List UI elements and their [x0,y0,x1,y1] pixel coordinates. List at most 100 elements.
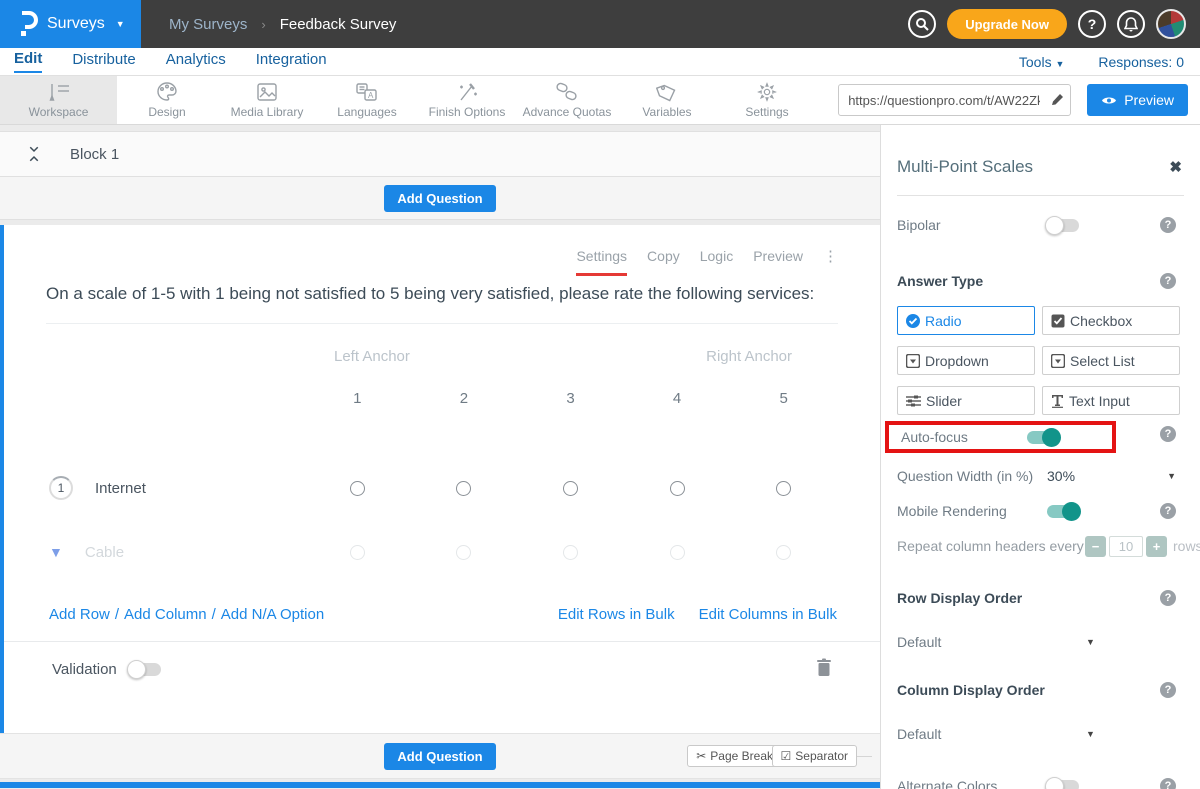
answer-type-header: Answer Type ? [881,266,1200,296]
radio-input[interactable] [776,481,791,496]
radio-input[interactable] [776,545,791,560]
panel-divider [897,195,1184,196]
help-icon[interactable]: ? [1160,682,1176,698]
auto-focus-toggle[interactable] [1027,431,1059,444]
radio-input[interactable] [456,545,471,560]
delete-question-button[interactable] [816,658,832,682]
block-title[interactable]: Block 1 [70,146,119,163]
help-icon[interactable]: ? [1160,778,1176,789]
tools-menu[interactable]: Tools ▼ [1019,54,1065,70]
app-switcher[interactable]: Surveys ▼ [0,0,141,48]
chevron-down-icon[interactable]: ▼ [49,544,63,560]
search-button[interactable] [908,10,936,38]
questionpro-logo-icon [16,11,38,37]
question-tab-preview[interactable]: Preview [753,248,803,264]
block-header: Block 1 [0,131,880,177]
separator-button[interactable]: ☑ Separator [772,745,857,767]
toolbar-languages[interactable]: A Languages [317,76,417,124]
toolbar-variables[interactable]: Variables [617,76,717,124]
column-header[interactable]: 2 [460,390,468,407]
decrement-button[interactable]: − [1085,536,1106,557]
question-text[interactable]: On a scale of 1-5 with 1 being not satis… [4,265,880,307]
page-break-button[interactable]: ✂ Page Break [687,745,782,767]
row-label[interactable]: Internet [95,480,146,497]
radio-input[interactable] [456,481,471,496]
tab-integration[interactable]: Integration [256,51,327,72]
question-tab-logic[interactable]: Logic [700,248,733,264]
close-panel-button[interactable]: ✖ [1169,158,1182,176]
column-header[interactable]: 5 [780,390,788,407]
tab-distribute[interactable]: Distribute [72,51,135,72]
answer-type-checkbox[interactable]: Checkbox [1042,306,1180,335]
radio-input[interactable] [563,481,578,496]
answer-type-dropdown[interactable]: Dropdown [897,346,1035,375]
chevron-down-icon[interactable]: ▼ [1167,471,1176,481]
edit-url-button[interactable] [1044,85,1070,115]
toolbar-finish-options[interactable]: Finish Options [417,76,517,124]
notifications-button[interactable] [1117,10,1145,38]
toolbar-settings[interactable]: Settings [717,76,817,124]
answer-type-slider[interactable]: Slider [897,386,1035,415]
validation-toggle[interactable] [129,663,161,676]
avatar[interactable] [1156,9,1186,39]
add-question-button-bottom[interactable]: Add Question [384,743,495,770]
upgrade-now-button[interactable]: Upgrade Now [947,9,1067,39]
responses-count[interactable]: Responses: 0 [1098,54,1184,70]
bipolar-toggle[interactable] [1047,219,1079,232]
repeat-headers-input[interactable] [1109,536,1143,557]
add-column-link[interactable]: Add Column [124,606,207,623]
column-header[interactable]: 1 [353,390,361,407]
tab-analytics[interactable]: Analytics [166,51,226,72]
help-button[interactable]: ? [1078,10,1106,38]
help-icon[interactable]: ? [1160,426,1176,442]
column-display-select[interactable]: Default ▼ [881,719,1200,749]
add-question-button-top[interactable]: Add Question [384,185,495,212]
answer-type-radio[interactable]: Radio [897,306,1035,335]
edit-columns-bulk-link[interactable]: Edit Columns in Bulk [699,606,837,623]
row-display-select[interactable]: Default ▼ [881,627,1200,657]
auto-focus-row: Auto-focus ? [881,415,1200,453]
toolbar-design[interactable]: Design [117,76,217,124]
help-icon[interactable]: ? [1160,503,1176,519]
left-anchor-field[interactable]: Left Anchor [334,348,410,365]
answer-type-select-list[interactable]: Select List [1042,346,1180,375]
kebab-menu-icon[interactable]: ⋮ [823,247,838,265]
increment-button[interactable]: + [1146,536,1167,557]
radio-input[interactable] [670,481,685,496]
edit-toolbar: Workspace Design Media Library A Languag… [0,76,1200,125]
radio-input[interactable] [350,481,365,496]
breadcrumb-parent[interactable]: My Surveys [169,16,247,33]
radio-input[interactable] [670,545,685,560]
add-na-option-link[interactable]: Add N/A Option [221,606,324,623]
radio-input[interactable] [350,545,365,560]
row-label[interactable]: Cable [85,544,124,561]
breadcrumb: My Surveys › Feedback Survey [141,0,908,48]
scissors-icon: ✂ [696,749,706,763]
question-number-badge: 1 [49,476,73,500]
column-header[interactable]: 4 [673,390,681,407]
add-question-bottom-row: Add Question ✂ Page Break ☑ Separator [0,733,880,779]
add-row-link[interactable]: Add Row [49,606,110,623]
toolbar-advance-quotas[interactable]: Advance Quotas [517,76,617,124]
toolbar-media-library[interactable]: Media Library [217,76,317,124]
column-header[interactable]: 3 [566,390,574,407]
question-width-value[interactable]: 30% [1047,468,1075,484]
tab-edit[interactable]: Edit [14,50,42,73]
toolbar-workspace[interactable]: Workspace [0,76,117,124]
pencil-icon [1050,93,1064,107]
mobile-rendering-toggle[interactable] [1047,505,1079,518]
question-tab-copy[interactable]: Copy [647,248,680,264]
edit-rows-bulk-link[interactable]: Edit Rows in Bulk [558,606,675,623]
help-icon[interactable]: ? [1160,590,1176,606]
answer-type-text-input[interactable]: Text Input [1042,386,1180,415]
survey-url-input[interactable] [839,93,1044,108]
collapse-block-icon[interactable] [26,145,42,163]
column-display-header: Column Display Order ? [881,675,1200,705]
help-icon[interactable]: ? [1160,273,1176,289]
alternate-colors-toggle[interactable] [1047,780,1079,789]
question-tab-settings[interactable]: Settings [576,248,627,276]
right-anchor-field[interactable]: Right Anchor [706,348,792,365]
preview-button[interactable]: Preview [1087,84,1188,116]
help-icon[interactable]: ? [1160,217,1176,233]
radio-input[interactable] [563,545,578,560]
